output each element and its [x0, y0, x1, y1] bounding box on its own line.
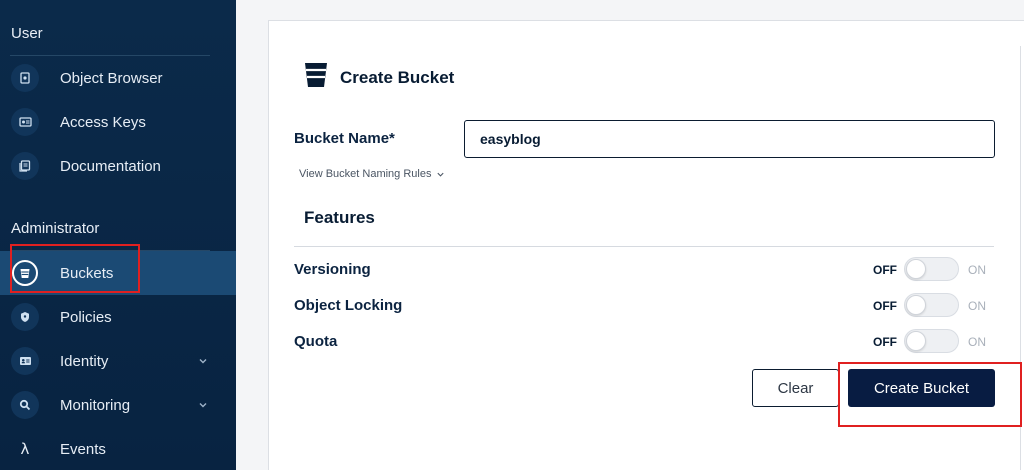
- sidebar-item-events[interactable]: λ Events: [0, 427, 236, 470]
- toggle-off-label: OFF: [873, 263, 897, 277]
- page-title: Create Bucket: [340, 67, 455, 87]
- toggle-on-label: ON: [968, 263, 986, 277]
- section-title-user: User: [11, 25, 43, 42]
- bucket-name-input[interactable]: [464, 120, 995, 158]
- highlight-box-buckets: [10, 244, 140, 293]
- highlight-box-create-bucket: [838, 362, 1022, 427]
- shield-icon: [11, 303, 39, 331]
- naming-rules-link[interactable]: View Bucket Naming Rules: [299, 168, 445, 180]
- feature-row-quota: Quota OFF ON: [294, 329, 994, 355]
- chevron-down-icon: [437, 172, 445, 177]
- bucket-icon: [304, 62, 328, 93]
- lambda-icon: λ: [20, 440, 30, 458]
- toggle-knob: [906, 331, 926, 351]
- naming-rules-link-text: View Bucket Naming Rules: [299, 168, 432, 180]
- features-divider: [294, 246, 994, 247]
- feature-label: Object Locking: [294, 297, 403, 314]
- sidebar: User Object Browser Access Keys Document…: [0, 0, 236, 470]
- documentation-icon: [11, 152, 39, 180]
- sidebar-item-label: Identity: [60, 352, 109, 370]
- quota-toggle[interactable]: [904, 329, 959, 353]
- feature-label: Quota: [294, 333, 338, 350]
- sidebar-item-documentation[interactable]: Documentation: [0, 144, 236, 188]
- sidebar-item-identity[interactable]: Identity: [0, 339, 236, 383]
- versioning-toggle[interactable]: [904, 257, 959, 281]
- sidebar-item-label: Policies: [60, 308, 112, 326]
- toggle-on-label: ON: [968, 335, 986, 349]
- toggle-knob: [906, 259, 926, 279]
- page-title-row: Create Bucket: [304, 62, 454, 93]
- chevron-down-icon[interactable]: [197, 355, 209, 367]
- sidebar-item-label: Object Browser: [60, 69, 163, 87]
- magnifier-icon: [11, 391, 39, 419]
- sidebar-item-label: Documentation: [60, 157, 161, 175]
- feature-label: Versioning: [294, 261, 371, 278]
- access-keys-icon: [11, 108, 39, 136]
- chevron-down-icon[interactable]: [197, 399, 209, 411]
- sidebar-item-object-browser[interactable]: Object Browser: [0, 56, 236, 100]
- identity-card-icon: [11, 347, 39, 375]
- toggle-off-label: OFF: [873, 335, 897, 349]
- feature-row-versioning: Versioning OFF ON: [294, 257, 994, 283]
- bucket-name-label: Bucket Name*: [294, 130, 395, 147]
- feature-row-object-locking: Object Locking OFF ON: [294, 293, 994, 319]
- toggle-knob: [906, 295, 926, 315]
- toggle-on-label: ON: [968, 299, 986, 313]
- sidebar-item-label: Events: [60, 440, 106, 458]
- sidebar-item-label: Monitoring: [60, 396, 131, 414]
- section-title-administrator: Administrator: [11, 220, 100, 237]
- sidebar-item-access-keys[interactable]: Access Keys: [0, 100, 236, 144]
- features-heading: Features: [304, 208, 375, 227]
- sidebar-item-monitoring[interactable]: Monitoring: [0, 383, 236, 427]
- object-browser-icon: [11, 64, 39, 92]
- sidebar-item-label: Access Keys: [60, 113, 146, 131]
- clear-button[interactable]: Clear: [752, 369, 839, 407]
- object-locking-toggle[interactable]: [904, 293, 959, 317]
- sidebar-item-policies[interactable]: Policies: [0, 295, 236, 339]
- toggle-off-label: OFF: [873, 299, 897, 313]
